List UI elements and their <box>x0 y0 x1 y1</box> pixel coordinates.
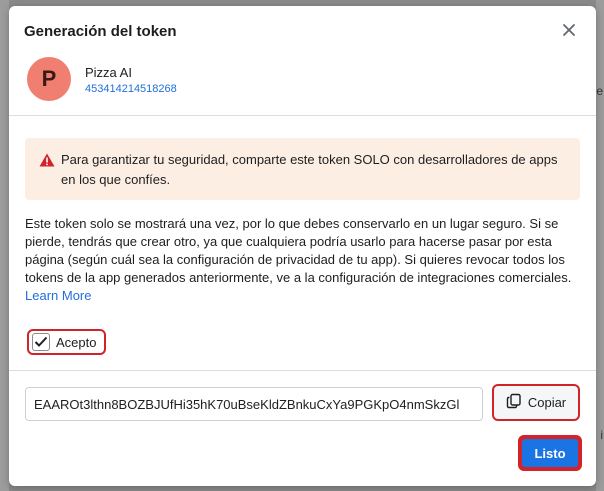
app-id: 453414214518268 <box>85 83 177 95</box>
accept-label: Acepto <box>56 334 97 350</box>
token-description: Este token solo se mostrará una vez, por… <box>25 215 585 305</box>
checkmark-icon <box>34 336 48 347</box>
token-generation-dialog: Generación del token P Pizza AI 45341421… <box>9 6 596 486</box>
copy-icon <box>506 393 522 412</box>
done-button[interactable]: Listo <box>518 435 582 471</box>
token-field[interactable] <box>25 387 483 421</box>
description-text: Este token solo se mostrará una vez, por… <box>25 216 572 285</box>
copy-label: Copiar <box>527 395 567 410</box>
copy-button[interactable]: Copiar <box>492 384 580 421</box>
background-page-left <box>0 0 9 491</box>
accept-checkbox[interactable]: Acepto <box>27 329 107 355</box>
background-text-fragment: e <box>596 84 603 98</box>
warning-triangle-icon <box>39 153 55 167</box>
app-name: Pizza AI <box>85 65 132 80</box>
dialog-body: Para garantizar tu seguridad, comparte e… <box>9 116 596 371</box>
learn-more-link[interactable]: Learn More <box>25 288 91 303</box>
done-label: Listo <box>522 439 578 467</box>
checkbox-box[interactable] <box>32 333 50 351</box>
warning-banner: Para garantizar tu seguridad, comparte e… <box>25 138 580 200</box>
background-text-fragment: i <box>600 428 603 442</box>
close-icon[interactable] <box>560 21 578 39</box>
dialog-header: Generación del token P Pizza AI 45341421… <box>9 6 596 116</box>
app-avatar: P <box>27 57 71 101</box>
warning-text: Para garantizar tu seguridad, comparte e… <box>61 152 558 187</box>
background-page-right: e i <box>596 0 604 491</box>
dialog-footer: Copiar Listo <box>9 371 596 486</box>
dialog-title: Generación del token <box>24 23 177 40</box>
